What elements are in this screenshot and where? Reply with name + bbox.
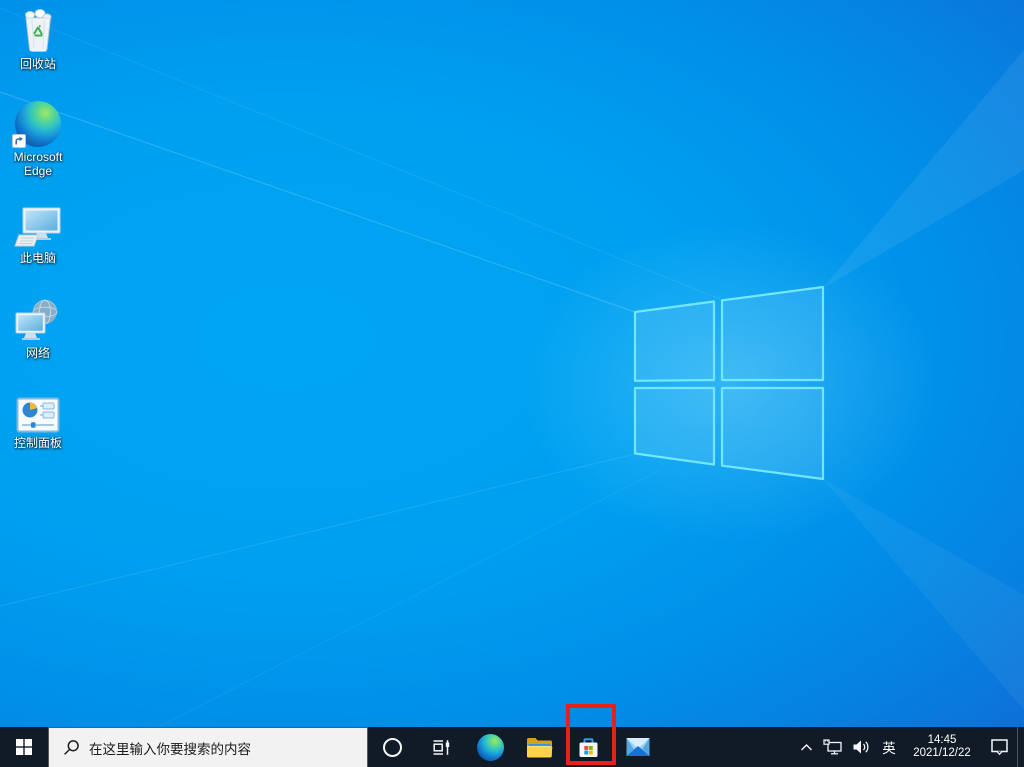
search-icon [64, 740, 79, 755]
chevron-up-icon [800, 743, 812, 750]
windows-desktop: 回收站 Microsoft Edge 此电脑 网络 控制面板 在这里输入你要搜索… [0, 0, 1024, 767]
desktop-icon-microsoft-edge[interactable]: Microsoft Edge [0, 101, 76, 178]
task-view-icon [433, 739, 450, 755]
tray-clock[interactable]: 14:45 2021/12/22 [903, 727, 981, 767]
edge-icon [12, 101, 61, 148]
microsoft-store-icon [579, 737, 598, 757]
ime-label: 英 [882, 741, 896, 756]
tray-hidden-icons-button[interactable] [793, 727, 819, 767]
desktop-icon-label: 回收站 [19, 57, 56, 71]
show-desktop-button[interactable] [1017, 727, 1024, 767]
desktop-icon-this-pc[interactable]: 此电脑 [0, 206, 76, 265]
taskbar-file-explorer-button[interactable] [515, 727, 564, 767]
taskbar-mail-button[interactable] [613, 727, 662, 767]
desktop-icon-recycle-bin[interactable]: 回收站 [0, 8, 76, 71]
tray-action-center-button[interactable] [981, 727, 1017, 767]
desktop-icon-label: 此电脑 [19, 251, 56, 265]
network-ethernet-icon [823, 738, 842, 754]
taskbar-microsoft-store-button[interactable] [564, 727, 613, 767]
desktop-icon-label: 控制面板 [13, 436, 62, 450]
start-button[interactable] [0, 727, 48, 767]
clock-date: 2021/12/22 [913, 747, 971, 759]
tray-network-button[interactable] [819, 727, 847, 767]
taskbar-search-input[interactable]: 在这里输入你要搜索的内容 [48, 727, 368, 767]
taskbar: 在这里输入你要搜索的内容 英 14:45 2021/12/22 [0, 727, 1024, 767]
clock-time: 14:45 [927, 734, 957, 746]
file-explorer-icon [527, 737, 553, 757]
cortana-icon [383, 737, 402, 757]
notification-bubble-icon [990, 739, 1008, 756]
edge-icon [477, 733, 504, 761]
desktop-icon-label: Microsoft Edge [13, 150, 63, 178]
taskbar-cortana-button[interactable] [368, 727, 417, 767]
shortcut-arrow-icon [12, 134, 26, 148]
search-placeholder: 在这里输入你要搜索的内容 [89, 741, 251, 757]
desktop-icon-label: 网络 [25, 346, 50, 360]
speaker-icon [853, 740, 868, 754]
recycle-bin-icon [25, 9, 52, 52]
desktop-icon-control-panel[interactable]: 控制面板 [0, 397, 76, 450]
taskbar-edge-button[interactable] [466, 727, 515, 767]
system-tray: 英 14:45 2021/12/22 [793, 727, 1024, 767]
desktop-wallpaper [0, 0, 1024, 767]
network-icon [15, 299, 58, 340]
wallpaper-light-rays-and-logo [0, 7, 1024, 767]
tray-volume-button[interactable] [847, 727, 875, 767]
taskbar-task-view-button[interactable] [417, 727, 466, 767]
windows-start-icon [16, 739, 32, 755]
control-panel-icon [16, 397, 60, 433]
mail-icon [626, 738, 649, 756]
this-pc-icon [14, 207, 61, 247]
desktop-icon-network[interactable]: 网络 [0, 299, 76, 360]
tray-ime-indicator[interactable]: 英 [875, 727, 903, 767]
